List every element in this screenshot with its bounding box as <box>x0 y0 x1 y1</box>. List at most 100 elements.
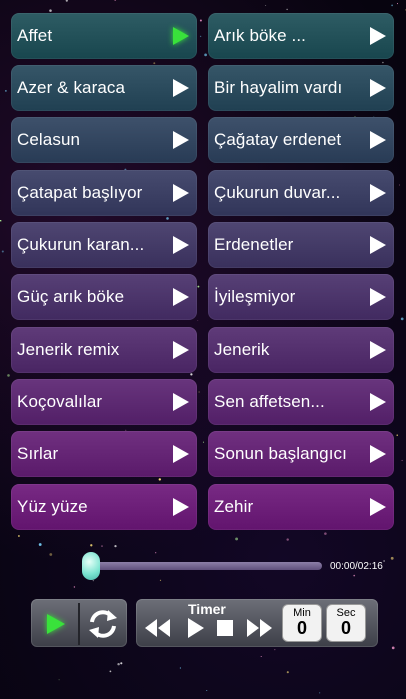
star <box>166 217 169 220</box>
fast-forward-icon[interactable] <box>246 617 274 639</box>
star <box>198 391 200 393</box>
play-icon[interactable] <box>173 288 189 306</box>
star <box>120 662 123 665</box>
play-icon[interactable] <box>173 393 189 411</box>
timer-seconds[interactable]: Sec 0 <box>327 605 365 641</box>
song-label: İyileşmiyor <box>214 287 296 306</box>
song-button[interactable]: Koçovalılar <box>11 379 197 425</box>
star <box>202 441 205 443</box>
play-icon[interactable] <box>185 617 205 639</box>
play-icon[interactable] <box>173 445 189 463</box>
seek-thumb[interactable] <box>82 552 100 580</box>
play-icon[interactable] <box>370 131 386 149</box>
song-label: Sonun başlangıcı <box>214 444 347 463</box>
song-button[interactable]: Sonun başlangıcı <box>208 431 394 477</box>
play-icon[interactable] <box>173 131 189 149</box>
song-label: Arık böke ... <box>214 26 307 45</box>
play-icon[interactable] <box>370 445 386 463</box>
star <box>197 285 200 288</box>
song-button[interactable]: Celasun <box>11 117 197 163</box>
song-label: Bir hayalim vardı <box>214 78 343 97</box>
song-button[interactable]: Çukurun karan... <box>11 222 197 268</box>
star <box>1 250 4 253</box>
star <box>235 537 239 541</box>
play-icon[interactable] <box>47 614 65 634</box>
star <box>158 478 162 481</box>
star <box>49 9 52 12</box>
timer-minutes[interactable]: Min 0 <box>283 605 321 641</box>
play-icon[interactable] <box>370 341 386 359</box>
stop-icon[interactable] <box>216 619 234 637</box>
star <box>58 679 60 681</box>
song-label: Zehir <box>214 497 254 516</box>
song-button[interactable]: Sırlar <box>11 431 197 477</box>
star <box>383 560 385 562</box>
star <box>274 649 276 651</box>
star <box>7 374 10 377</box>
star <box>286 8 288 11</box>
rewind-icon[interactable] <box>143 617 171 639</box>
play-icon[interactable] <box>173 27 189 45</box>
play-icon[interactable] <box>370 27 386 45</box>
play-icon[interactable] <box>173 341 189 359</box>
star <box>109 670 112 673</box>
song-button[interactable]: Güç arık böke <box>11 274 197 320</box>
play-icon[interactable] <box>173 79 189 97</box>
star <box>199 19 202 22</box>
star <box>155 552 157 554</box>
song-button[interactable]: Bir hayalim vardı <box>208 65 394 111</box>
play-icon[interactable] <box>173 184 189 202</box>
play-icon[interactable] <box>173 498 189 516</box>
song-button[interactable]: Arık böke ... <box>208 13 394 59</box>
star <box>391 646 395 650</box>
song-button[interactable]: Çukurun duvar... <box>208 170 394 216</box>
star <box>153 62 156 65</box>
song-label: Celasun <box>17 130 81 149</box>
star <box>390 556 394 560</box>
star <box>396 3 399 5</box>
song-label: Güç arık böke <box>17 287 125 306</box>
star <box>38 543 42 546</box>
song-button[interactable]: Sen affetsen... <box>208 379 394 425</box>
song-button[interactable]: Zehir <box>208 484 394 530</box>
song-button[interactable]: Affet <box>11 13 197 59</box>
star <box>353 574 356 577</box>
song-button[interactable]: Jenerik <box>208 327 394 373</box>
song-button[interactable]: Azer & karaca <box>11 65 197 111</box>
play-icon[interactable] <box>370 393 386 411</box>
play-icon[interactable] <box>370 498 386 516</box>
star <box>114 0 117 1</box>
song-button[interactable]: Jenerik remix <box>11 327 197 373</box>
star <box>17 535 20 537</box>
song-button[interactable]: Erdenetler <box>208 222 394 268</box>
star <box>117 662 120 666</box>
song-label: Sen affetsen... <box>214 392 325 411</box>
song-label: Koçovalılar <box>17 392 103 411</box>
song-button[interactable]: İyileşmiyor <box>208 274 394 320</box>
star <box>265 4 267 6</box>
song-button[interactable]: Yüz yüze <box>11 484 197 530</box>
seek-bar[interactable] <box>90 562 322 570</box>
star <box>90 544 93 547</box>
star <box>286 538 289 541</box>
repeat-icon[interactable] <box>86 607 120 641</box>
timer-title: Timer <box>188 601 226 617</box>
time-display: 00:00/02:16 <box>330 561 383 572</box>
song-button[interactable]: Çağatay erdenet <box>208 117 394 163</box>
star <box>286 671 289 674</box>
star <box>391 4 393 7</box>
song-button[interactable]: Çatapat başlıyor <box>11 170 197 216</box>
play-icon[interactable] <box>370 236 386 254</box>
play-icon[interactable] <box>173 236 189 254</box>
control-divider <box>78 603 80 645</box>
song-label: Çağatay erdenet <box>214 130 342 149</box>
play-icon[interactable] <box>370 79 386 97</box>
star <box>400 317 404 321</box>
song-label: Jenerik remix <box>17 340 120 359</box>
song-label: Çatapat başlıyor <box>17 183 143 202</box>
star <box>179 667 182 669</box>
play-icon[interactable] <box>370 288 386 306</box>
play-icon[interactable] <box>370 184 386 202</box>
song-label: Jenerik <box>214 340 270 359</box>
star <box>319 692 321 694</box>
